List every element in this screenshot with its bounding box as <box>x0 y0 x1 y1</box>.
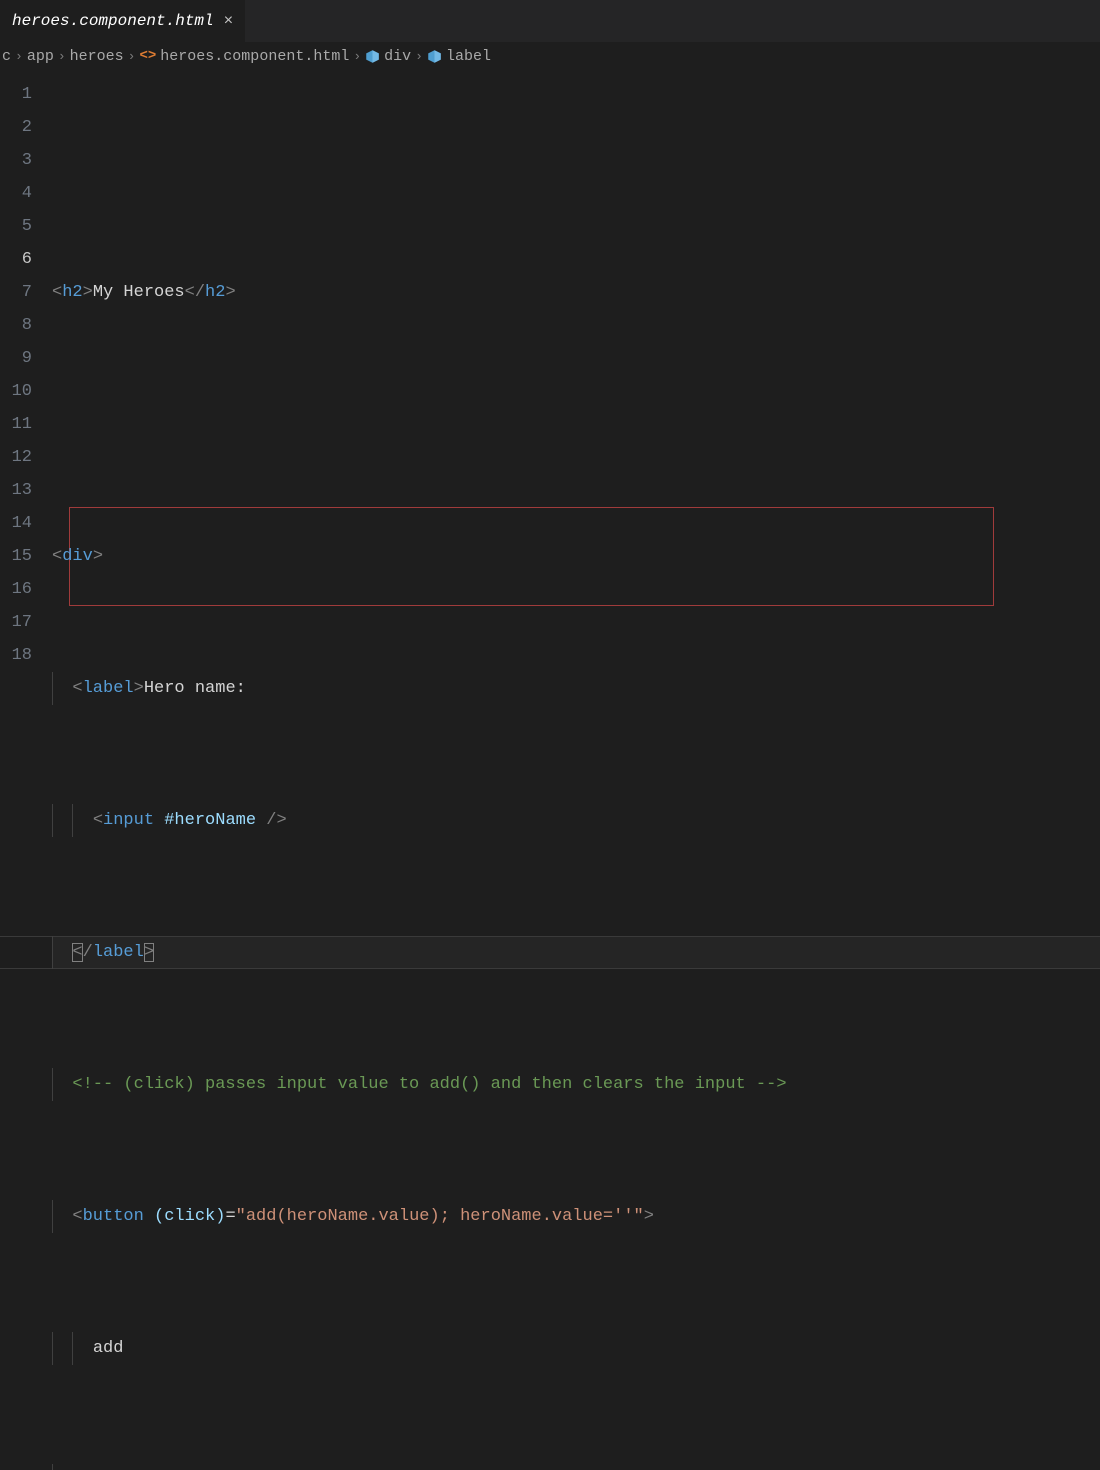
line-number: 2 <box>0 111 32 144</box>
code-line: <!-- (click) passes input value to add()… <box>52 1068 1100 1101</box>
line-number: 17 <box>0 606 32 639</box>
chevron-right-icon: › <box>58 49 66 64</box>
chevron-right-icon: › <box>353 49 361 64</box>
code-line: </button> <box>52 1464 1100 1470</box>
editor-tab[interactable]: heroes.component.html × <box>0 0 246 42</box>
breadcrumb-item[interactable]: label <box>446 48 491 65</box>
tab-filename: heroes.component.html <box>12 12 214 30</box>
breadcrumb-item[interactable]: heroes.component.html <box>160 48 349 65</box>
line-number: 14 <box>0 507 32 540</box>
line-number: 18 <box>0 639 32 672</box>
code-area[interactable]: <h2>My Heroes</h2> <div> <label>Hero nam… <box>52 78 1100 735</box>
code-line: <button (click)="add(heroName.value); he… <box>52 1200 1100 1233</box>
breadcrumb-item[interactable]: c <box>2 48 11 65</box>
line-number: 6 <box>0 243 32 276</box>
line-number: 7 <box>0 276 32 309</box>
line-number: 15 <box>0 540 32 573</box>
code-line: <h2>My Heroes</h2> <box>52 276 1100 309</box>
code-line: add <box>52 1332 1100 1365</box>
line-number: 10 <box>0 375 32 408</box>
line-number: 4 <box>0 177 32 210</box>
code-editor[interactable]: 1 2 3 4 5 6 7 8 9 10 11 12 13 14 15 16 1… <box>0 70 1100 735</box>
code-line <box>52 408 1100 441</box>
chevron-right-icon: › <box>128 49 136 64</box>
html-file-icon: <> <box>139 48 156 64</box>
line-number: 12 <box>0 441 32 474</box>
line-number: 9 <box>0 342 32 375</box>
element-icon <box>427 49 442 64</box>
chevron-right-icon: › <box>15 49 23 64</box>
breadcrumb: c › app › heroes › <> heroes.component.h… <box>0 42 1100 70</box>
breadcrumb-item[interactable]: heroes <box>70 48 124 65</box>
chevron-right-icon: › <box>415 49 423 64</box>
line-number: 16 <box>0 573 32 606</box>
tab-bar: heroes.component.html × <box>0 0 1100 42</box>
code-line: <input #heroName /> <box>52 804 1100 837</box>
code-line: <label>Hero name: <box>52 672 1100 705</box>
line-number: 3 <box>0 144 32 177</box>
close-icon[interactable]: × <box>224 12 234 30</box>
line-number: 5 <box>0 210 32 243</box>
code-line: <div> <box>52 540 1100 573</box>
line-number: 13 <box>0 474 32 507</box>
breadcrumb-item[interactable]: app <box>27 48 54 65</box>
element-icon <box>365 49 380 64</box>
line-number: 11 <box>0 408 32 441</box>
line-number: 8 <box>0 309 32 342</box>
code-line-current: </label> <box>52 936 1100 969</box>
line-number-gutter: 1 2 3 4 5 6 7 8 9 10 11 12 13 14 15 16 1… <box>0 78 52 735</box>
line-number: 1 <box>0 78 32 111</box>
breadcrumb-item[interactable]: div <box>384 48 411 65</box>
